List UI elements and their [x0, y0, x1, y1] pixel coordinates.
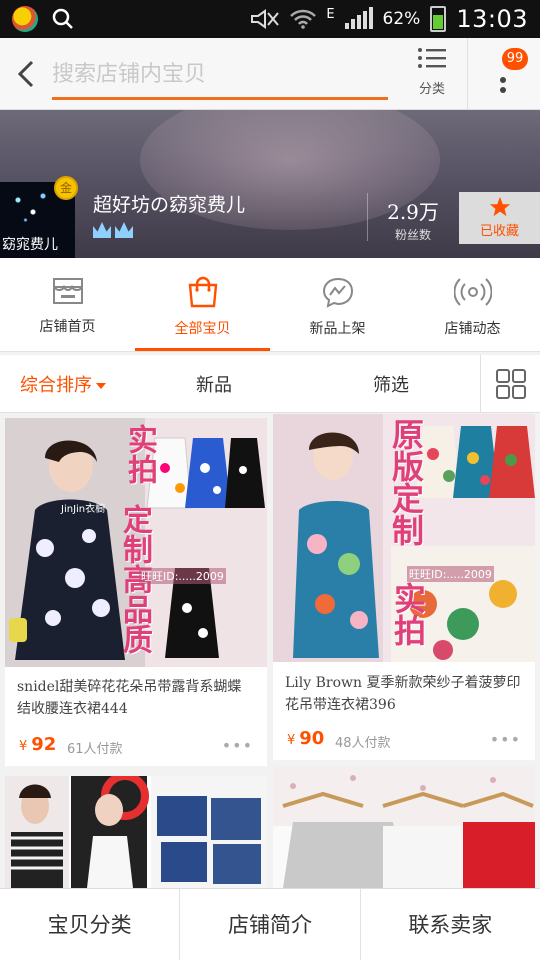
tab-label: 店铺动态: [444, 321, 501, 337]
search-icon: [52, 8, 73, 29]
product-image[interactable]: 实拍 定制高品质 JinJin衣橱 旺旺ID:.....2009: [5, 418, 267, 667]
nav-item-contact-seller[interactable]: 联系卖家: [361, 889, 540, 960]
sort-label: 综合排序: [20, 374, 92, 396]
view-toggle-button[interactable]: [480, 355, 540, 413]
tab-shop-news[interactable]: 店铺动态: [405, 258, 540, 351]
product-photo: [273, 766, 535, 888]
network-type: E: [326, 6, 335, 22]
shop-page: E 62% 13:03 分类 99 窈窕费儿 金 超好坊の窈窕费儿: [0, 0, 540, 960]
header-divider: [467, 38, 468, 110]
clock: 13:03: [456, 5, 528, 33]
shopping-bag-icon: [188, 276, 217, 308]
grid-view-icon: [496, 369, 526, 399]
product-card[interactable]: [5, 776, 267, 888]
price-value: 90: [299, 728, 325, 749]
broadcast-icon: [453, 278, 492, 306]
sales-count: 48人付款: [335, 736, 391, 751]
filter-label: 筛选: [373, 374, 409, 396]
sort-new[interactable]: 新品: [126, 371, 302, 397]
signal-icon: [344, 7, 373, 29]
product-card[interactable]: 实拍 定制高品质 JinJin衣橱 旺旺ID:.....2009 snidel甜…: [5, 418, 267, 766]
price-value: 92: [31, 734, 57, 755]
tab-label: 全部宝贝: [174, 321, 231, 337]
logo-stars: [8, 188, 58, 228]
favorite-button[interactable]: 已收藏: [459, 192, 540, 244]
more-options-icon[interactable]: •••: [490, 730, 521, 749]
overlay-text-custom: 原版定制: [387, 418, 425, 546]
shop-watermark: 旺旺ID:.....2009: [407, 566, 494, 582]
seller-rating: [93, 222, 133, 238]
battery-icon: [430, 6, 447, 32]
product-image[interactable]: 原版定制 实拍 旺旺ID:.....2009: [273, 414, 535, 662]
currency-symbol: ¥: [19, 739, 28, 754]
nav-item-shop-intro[interactable]: 店铺简介: [180, 889, 361, 960]
search-input[interactable]: [52, 52, 388, 97]
gold-seller-badge: 金: [54, 176, 78, 200]
product-price: ¥92: [19, 734, 56, 755]
tab-shop-home[interactable]: 店铺首页: [0, 258, 135, 351]
more-options-icon[interactable]: •••: [222, 736, 253, 755]
top-header: 分类 99: [0, 38, 540, 110]
new-arrival-icon: [322, 277, 353, 308]
brand-watermark: JinJin衣橱: [61, 504, 106, 515]
crown-icon: [93, 222, 111, 238]
category-button[interactable]: 分类: [404, 46, 460, 104]
shop-name: 超好坊の窈窕费儿: [93, 194, 246, 216]
shop-watermark: 旺旺ID:.....2009: [139, 568, 226, 584]
shop-tabs: 店铺首页 全部宝贝 新品上架 店铺动态: [0, 258, 540, 352]
tab-label: 新品上架: [309, 321, 366, 337]
list-icon: [418, 48, 446, 68]
product-card[interactable]: [273, 766, 535, 888]
tab-label: 店铺首页: [39, 319, 96, 335]
overlay-text-shot: 实拍: [122, 424, 157, 484]
overlay-text-shot: 实拍: [389, 582, 427, 646]
sort-bar: 综合排序 新品 筛选: [0, 355, 540, 413]
star-icon: [489, 196, 510, 217]
filter-button[interactable]: 筛选: [302, 371, 480, 397]
fans-count: 2.9万: [387, 200, 439, 224]
search-box[interactable]: [52, 52, 388, 100]
mute-icon: [251, 9, 280, 29]
more-menu-button[interactable]: 99: [488, 46, 528, 102]
product-title[interactable]: Lily Brown 夏季新款荣纱子着菠萝印花吊带连衣裙396: [285, 672, 523, 716]
caret-down-icon: [96, 382, 106, 389]
tab-all-items[interactable]: 全部宝贝: [135, 258, 270, 351]
more-vertical-icon: [500, 77, 506, 93]
product-photo: [5, 776, 267, 888]
product-card[interactable]: 原版定制 实拍 旺旺ID:.....2009 Lily Brown 夏季新款荣纱…: [273, 414, 535, 760]
product-title[interactable]: snidel甜美碎花花朵吊带露背系蝴蝶结收腰连衣裙444: [17, 676, 255, 720]
bottom-nav: 宝贝分类 店铺简介 联系卖家: [0, 888, 540, 960]
category-label: 分类: [418, 82, 445, 97]
product-price: ¥90: [287, 728, 324, 749]
wifi-icon: [290, 9, 317, 29]
sort-comprehensive[interactable]: 综合排序: [0, 371, 126, 397]
tab-new-arrivals[interactable]: 新品上架: [270, 258, 405, 351]
currency-symbol: ¥: [287, 733, 296, 748]
favorite-label: 已收藏: [479, 224, 519, 239]
fans-label: 粉丝数: [394, 228, 431, 242]
sales-count: 61人付款: [67, 742, 123, 757]
crown-icon: [115, 222, 133, 238]
shop-home-icon: [52, 278, 83, 304]
app-notification-icon: [12, 6, 38, 32]
shop-logo-text: 窈窕费儿: [2, 237, 58, 253]
sort-label: 新品: [196, 374, 232, 396]
battery-percent: 62%: [382, 9, 421, 29]
back-arrow-icon[interactable]: [10, 56, 46, 92]
nav-item-categories[interactable]: 宝贝分类: [0, 889, 181, 960]
status-bar: E 62% 13:03: [0, 0, 540, 38]
